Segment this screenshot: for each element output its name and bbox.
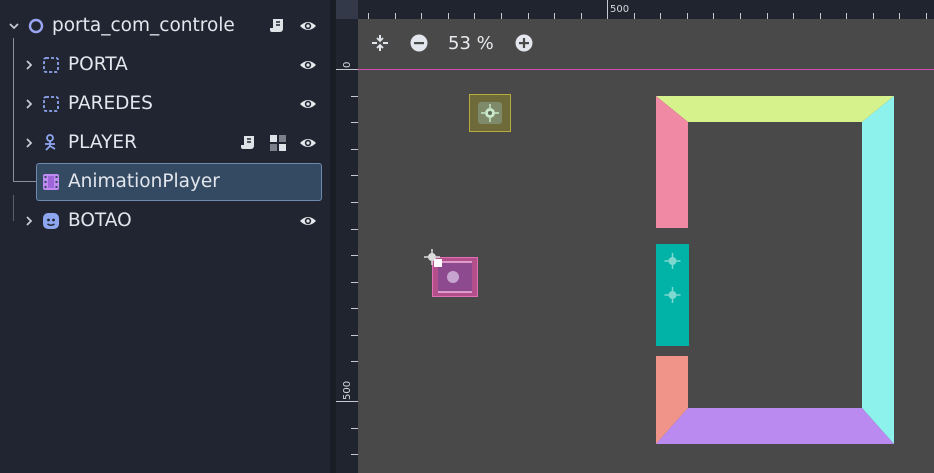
ruler-major-tick <box>336 401 358 402</box>
tree-item-label: PORTA <box>68 54 128 75</box>
tree-item-label: BOTAO <box>68 210 132 231</box>
animation-player-icon <box>42 173 60 191</box>
node-pivot-icon <box>478 102 502 124</box>
door-panel[interactable] <box>656 244 689 346</box>
ruler-label: 500 <box>342 380 353 400</box>
zoom-in-button[interactable] <box>511 29 537 59</box>
chevron-right-icon[interactable] <box>22 58 36 72</box>
viewport-zoom-toolbar: 53 % <box>358 29 558 59</box>
tree-item-label: PAREDES <box>68 93 153 114</box>
wall-bottom[interactable] <box>656 408 894 444</box>
ruler-major-tick <box>336 69 358 70</box>
porta-sprite[interactable] <box>469 94 511 132</box>
ruler-tick <box>351 361 358 362</box>
ruler-tick <box>351 149 358 150</box>
ruler-major-tick <box>607 0 608 19</box>
tree-item-botao[interactable]: BOTAO <box>0 203 330 239</box>
visibility-eye-icon[interactable] <box>299 135 317 151</box>
center-view-button[interactable] <box>367 29 393 59</box>
visibility-eye-icon[interactable] <box>299 18 317 34</box>
wall-right[interactable] <box>862 96 894 444</box>
ruler-tick <box>351 335 358 336</box>
tree-item-player[interactable]: PLAYER <box>0 125 330 161</box>
ruler-tick <box>351 282 358 283</box>
tree-item-animationplayer[interactable]: AnimationPlayer <box>0 164 330 200</box>
tree-item-label: PLAYER <box>68 132 137 153</box>
chevron-right-icon[interactable] <box>22 214 36 228</box>
horizontal-ruler[interactable]: 500 <box>358 0 934 19</box>
canvas-viewport[interactable]: 500 0 500 53 % <box>336 0 934 473</box>
script-icon[interactable] <box>268 17 286 35</box>
script-icon[interactable] <box>239 134 257 152</box>
node-circle-icon <box>27 17 45 35</box>
ruler-tick <box>351 202 358 203</box>
pivot-handle-icon[interactable] <box>422 247 444 269</box>
scene-canvas[interactable] <box>358 19 934 473</box>
visibility-eye-icon[interactable] <box>299 57 317 73</box>
button-node-icon <box>42 212 60 230</box>
ruler-tick <box>351 175 358 176</box>
tree-item-label: porta_com_controle <box>52 15 235 36</box>
tree-item-label: AnimationPlayer <box>68 171 220 192</box>
chevron-right-icon[interactable] <box>22 97 36 111</box>
ruler-tick <box>351 308 358 309</box>
tree-item-paredes[interactable]: PAREDES <box>0 86 330 122</box>
tree-item-porta[interactable]: PORTA <box>0 47 330 83</box>
wall-top[interactable] <box>656 96 894 122</box>
control-node-icon <box>42 56 60 74</box>
chevron-right-icon[interactable] <box>22 136 36 150</box>
ruler-corner <box>336 0 358 19</box>
ruler-label: 0 <box>342 61 353 68</box>
visibility-eye-icon[interactable] <box>299 213 317 229</box>
ruler-label: 500 <box>610 4 630 15</box>
vertical-ruler[interactable]: 0 500 <box>336 19 358 473</box>
character-body-icon <box>42 134 60 152</box>
tree-item-root[interactable]: porta_com_controle <box>0 8 330 44</box>
zoom-in-icon <box>515 34 533 52</box>
control-node-icon <box>42 95 60 113</box>
ruler-tick <box>351 122 358 123</box>
zoom-out-button[interactable] <box>406 29 432 59</box>
ruler-tick <box>351 428 358 429</box>
paredes-walls[interactable] <box>654 94 914 454</box>
scene-tree-panel: porta_com_controle PORTA PAREDES PLAYER … <box>0 0 330 473</box>
ruler-tick <box>351 96 358 97</box>
chevron-down-icon[interactable] <box>7 19 21 33</box>
ruler-tick <box>351 454 358 455</box>
zoom-level-label[interactable]: 53 % <box>448 33 494 55</box>
collision-shape-icons <box>664 253 681 303</box>
visibility-eye-icon[interactable] <box>299 96 317 112</box>
ruler-tick <box>351 229 358 230</box>
zoom-out-icon <box>410 34 428 52</box>
center-view-icon <box>372 35 388 51</box>
ruler-tick <box>351 255 358 256</box>
instanced-scene-icon[interactable] <box>269 134 287 152</box>
